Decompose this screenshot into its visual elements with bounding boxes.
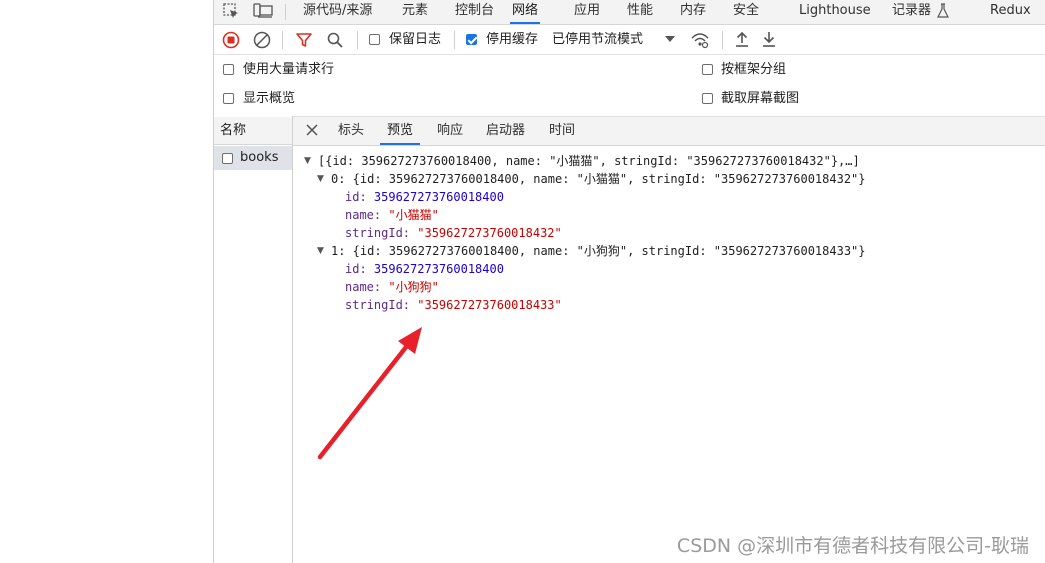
close-icon[interactable] [305,123,319,137]
watermark: CSDN @深圳市有德者科技有限公司-耿瑞 [676,535,1029,557]
download-icon[interactable] [760,30,778,48]
show-overview-checkbox[interactable] [223,93,234,104]
tab-sources[interactable]: 源代码/来源 [303,0,372,24]
search-icon[interactable] [326,31,344,49]
property-value: 359627273760018400 [373,262,504,276]
tab-headers[interactable]: 标头 [338,117,364,145]
toolbar-separator [357,31,358,49]
property-key: id: [345,190,374,204]
network-conditions-icon[interactable] [690,31,710,49]
tab-elements[interactable]: 元素 [402,0,428,24]
preserve-log-checkbox[interactable] [369,34,380,45]
toolbar-separator [722,31,723,49]
property-value: "小猫猫" [388,208,439,222]
tab-redux[interactable]: Redux [990,0,1031,24]
request-list-panel [214,116,293,563]
flask-icon [936,3,950,19]
annotation-arrow-icon [310,320,430,465]
toolbar-separator [282,31,283,49]
disable-cache-label: 停用缓存 [486,32,539,47]
tab-lighthouse[interactable]: Lighthouse [799,0,871,24]
disable-cache-checkbox[interactable] [466,34,477,45]
large-rows-label: 使用大量请求行 [243,62,335,77]
tab-performance[interactable]: 性能 [627,0,653,24]
group-by-frame-checkbox[interactable] [702,64,713,75]
expand-triangle-icon[interactable]: ▼ [317,174,324,184]
request-name: books [240,150,279,165]
tab-initiator[interactable]: 启动器 [486,117,525,145]
request-file-icon [222,153,233,164]
preview-item-0-stringid: stringId: "359627273760018432" [345,224,562,242]
tab-preview[interactable]: 预览 [380,117,421,145]
tab-security[interactable]: 安全 [733,0,759,24]
property-key: stringId: [345,298,418,312]
tab-console[interactable]: 控制台 [455,0,494,24]
preview-root-summary[interactable]: [{id: 359627273760018400, name: "小猫猫", s… [318,152,860,170]
property-key: id: [345,262,374,276]
property-value: "359627273760018433" [417,298,562,312]
preview-item-1-stringid: stringId: "359627273760018433" [345,296,562,314]
preview-item-0-name: name: "小猫猫" [345,206,439,224]
tab-network[interactable]: 网络 [510,0,541,24]
property-key: name: [345,208,389,222]
tab-separator [285,4,286,20]
throttling-select[interactable]: 已停用节流模式 [552,25,643,54]
record-stop-icon[interactable] [222,31,240,49]
property-value: 359627273760018400 [373,190,504,204]
expand-triangle-icon[interactable]: ▼ [304,156,311,166]
property-key: name: [345,280,389,294]
preview-item-1-name: name: "小狗狗" [345,278,439,296]
capture-screenshots-checkbox[interactable] [702,93,713,104]
tab-memory[interactable]: 内存 [680,0,706,24]
expand-triangle-icon[interactable]: ▼ [317,246,324,256]
capture-screenshots-label: 截取屏幕截图 [721,91,800,106]
group-by-frame-label: 按框架分组 [721,62,787,77]
preview-item-0-id: id: 359627273760018400 [345,188,504,206]
tab-recorder[interactable]: 记录器 [892,0,931,24]
clear-icon[interactable] [253,31,271,49]
toolbar-separator [454,31,455,49]
preview-item-1-id: id: 359627273760018400 [345,260,504,278]
preserve-log-label: 保留日志 [389,32,442,47]
show-overview-label: 显示概览 [243,91,296,106]
inspect-element-icon[interactable] [222,2,240,20]
device-toolbar-icon[interactable] [252,2,274,20]
property-value: "359627273760018432" [417,226,562,240]
property-value: "小狗狗" [388,280,439,294]
upload-icon[interactable] [733,30,751,48]
chevron-down-icon[interactable] [664,34,676,44]
preview-item-1-summary[interactable]: 1: {id: 359627273760018400, name: "小狗狗",… [331,242,866,260]
request-row-books[interactable]: books [214,146,292,170]
name-column-header[interactable]: 名称 [214,117,292,145]
tab-response[interactable]: 响应 [437,117,463,145]
tab-timing[interactable]: 时间 [549,117,575,145]
filter-icon[interactable] [295,31,313,49]
preview-item-0-summary[interactable]: 0: {id: 359627273760018400, name: "小猫猫",… [331,170,866,188]
large-rows-checkbox[interactable] [223,64,234,75]
property-key: stringId: [345,226,418,240]
tab-application[interactable]: 应用 [574,0,600,24]
